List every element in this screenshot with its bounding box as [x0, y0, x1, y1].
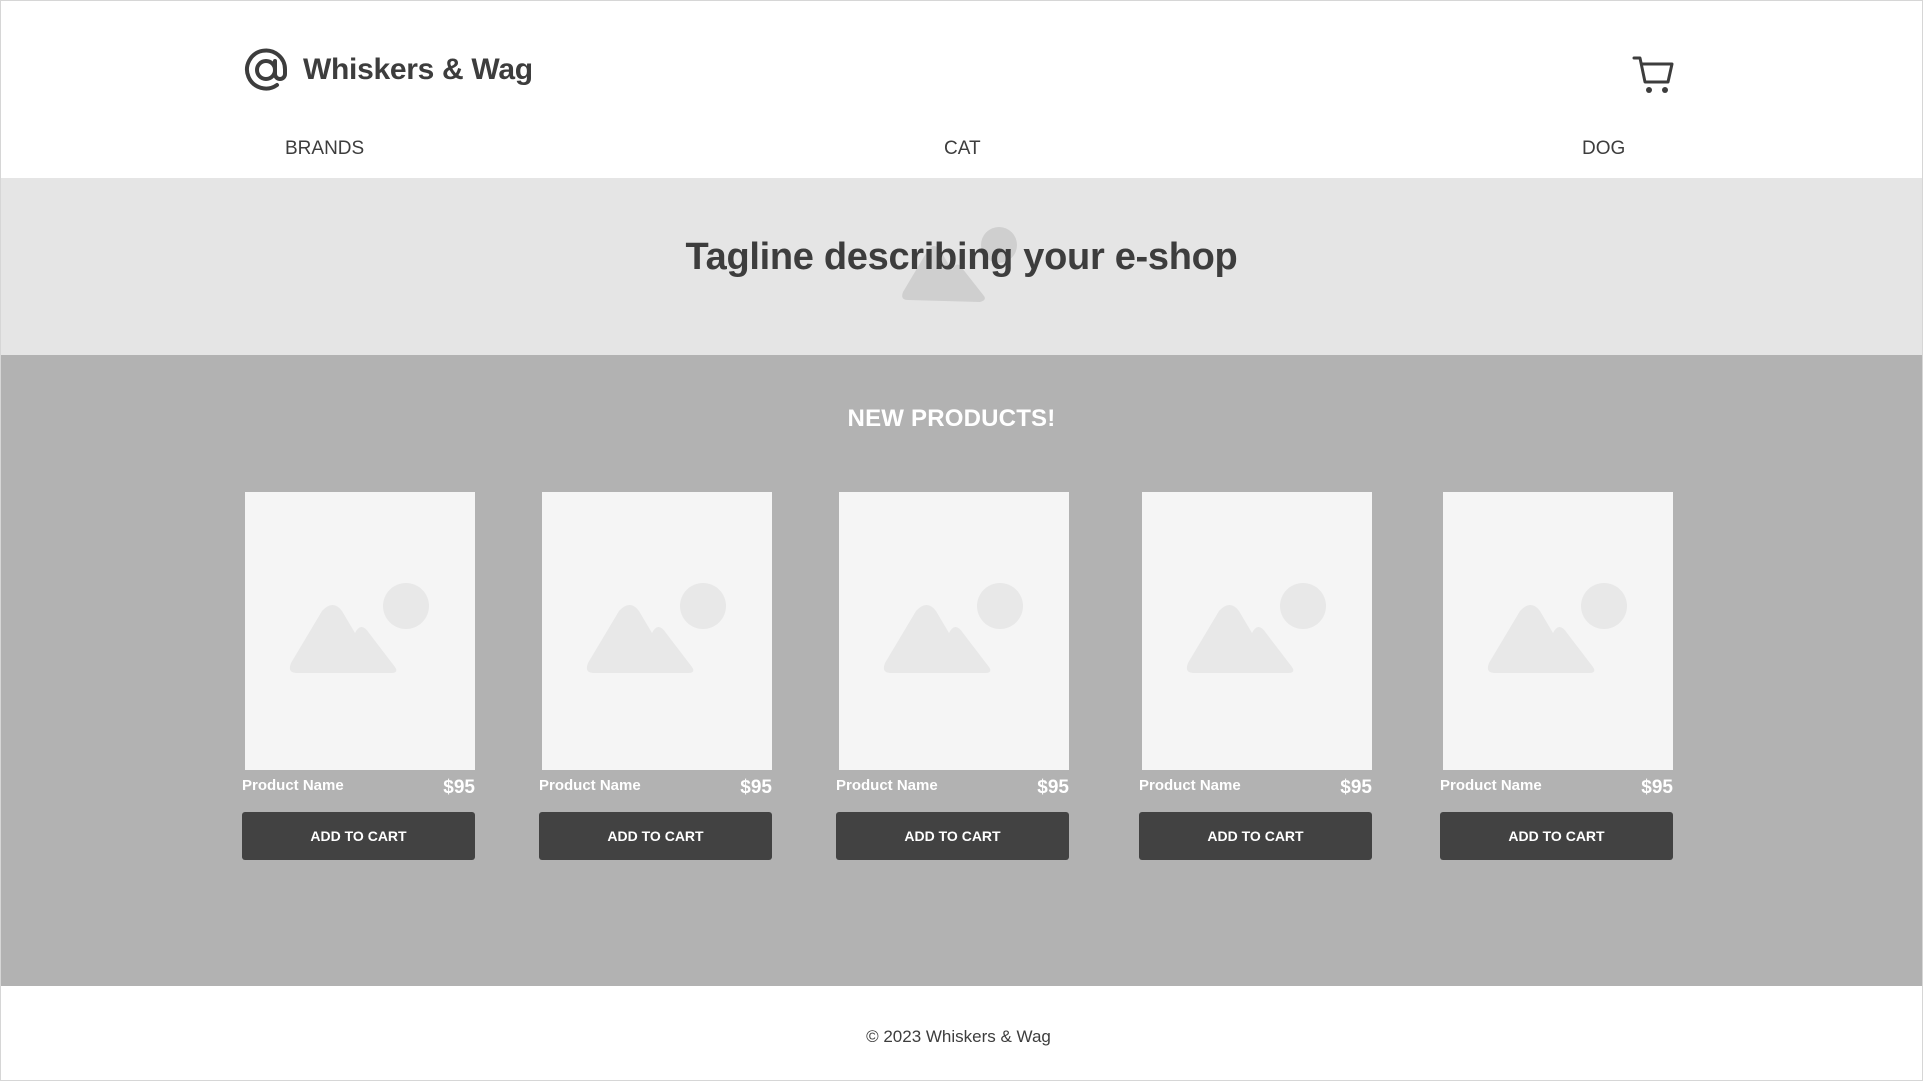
copyright-text: © 2023 Whiskers & Wag — [866, 1027, 1051, 1046]
brand-logo[interactable]: Whiskers & Wag — [242, 46, 533, 94]
product-image[interactable] — [1142, 492, 1372, 770]
nav-brands[interactable]: BRANDS — [285, 138, 364, 160]
add-to-cart-button[interactable]: ADD TO CART — [242, 812, 475, 860]
add-to-cart-button[interactable]: ADD TO CART — [1139, 812, 1372, 860]
at-sign-icon — [245, 48, 288, 91]
product-card[interactable]: Product Name $95 ADD TO CART — [1440, 492, 1676, 862]
nav-dog[interactable]: DOG — [1582, 138, 1625, 160]
product-card[interactable]: Product Name $95 ADD TO CART — [539, 492, 775, 862]
product-image[interactable] — [1443, 492, 1673, 770]
product-price: $95 — [740, 777, 772, 798]
product-card[interactable]: Product Name $95 ADD TO CART — [242, 492, 478, 862]
hero-banner: Tagline describing your e-shop — [0, 178, 1923, 355]
add-to-cart-button[interactable]: ADD TO CART — [539, 812, 772, 860]
image-placeholder-icon — [289, 583, 429, 673]
product-image[interactable] — [542, 492, 772, 770]
product-card[interactable]: Product Name $95 ADD TO CART — [1139, 492, 1375, 862]
add-to-cart-button[interactable]: ADD TO CART — [836, 812, 1069, 860]
product-price: $95 — [443, 777, 475, 798]
product-name[interactable]: Product Name — [539, 777, 641, 794]
brand-name: Whiskers & Wag — [303, 53, 533, 86]
image-placeholder-icon — [1487, 583, 1627, 673]
image-placeholder-icon — [883, 583, 1023, 673]
section-title: NEW PRODUCTS! — [847, 405, 1056, 432]
product-price: $95 — [1037, 777, 1069, 798]
cart-button[interactable] — [1632, 52, 1676, 96]
product-name[interactable]: Product Name — [1440, 777, 1542, 794]
product-card[interactable]: Product Name $95 ADD TO CART — [836, 492, 1072, 862]
nav-cat[interactable]: CAT — [944, 138, 981, 160]
site-footer: © 2023 Whiskers & Wag — [0, 986, 1923, 1081]
image-placeholder-icon — [586, 583, 726, 673]
add-to-cart-button[interactable]: ADD TO CART — [1440, 812, 1673, 860]
product-name[interactable]: Product Name — [836, 777, 938, 794]
product-price: $95 — [1641, 777, 1673, 798]
product-image[interactable] — [245, 492, 475, 770]
shopping-cart-icon — [1632, 56, 1674, 93]
site-header: Whiskers & Wag BRANDS CAT DOG — [0, 0, 1923, 178]
new-products-section: NEW PRODUCTS! Product Name $95 ADD TO CA… — [0, 355, 1923, 986]
image-placeholder-icon — [1186, 583, 1326, 673]
hero-tagline: Tagline describing your e-shop — [685, 236, 1238, 278]
product-image[interactable] — [839, 492, 1069, 770]
product-name[interactable]: Product Name — [1139, 777, 1241, 794]
product-price: $95 — [1340, 777, 1372, 798]
product-name[interactable]: Product Name — [242, 777, 344, 794]
